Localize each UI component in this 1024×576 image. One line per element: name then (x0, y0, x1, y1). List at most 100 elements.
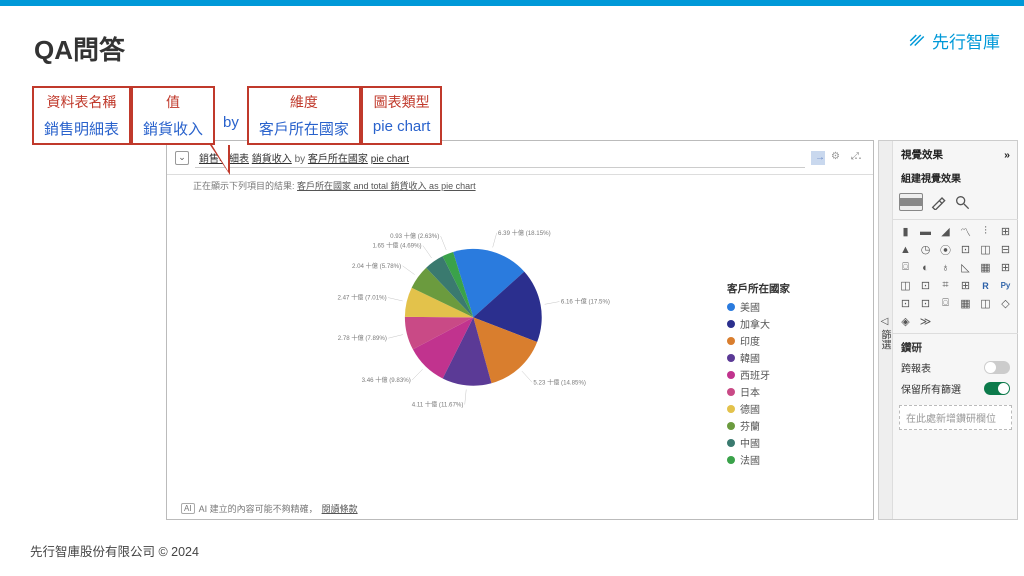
panel-title: 視覺效果 (901, 147, 943, 162)
legend-item[interactable]: 美國 (727, 299, 790, 314)
viz-type-icon[interactable]: ◫ (977, 296, 994, 311)
qa-query-input[interactable]: 銷售明細表 銷貨收入 by 客戶所在國家 pie chart (195, 148, 805, 168)
legend-swatch (727, 320, 735, 328)
slice-label: 5.23 十億 (14.85%) (533, 378, 586, 386)
viz-type-icon[interactable]: ◇ (997, 296, 1014, 311)
viz-type-icon[interactable]: ⊡ (897, 296, 914, 311)
keep-filters-label: 保留所有篩選 (901, 381, 961, 396)
viz-type-icon[interactable]: ⦿ (937, 242, 954, 257)
viz-type-icon[interactable]: ⌼ (897, 260, 914, 275)
legend-label: 加拿大 (740, 316, 770, 331)
viz-type-icon[interactable]: Py (997, 278, 1014, 293)
format-visual-icon[interactable] (929, 194, 947, 210)
qa-icon[interactable]: ⌄ (175, 151, 189, 165)
legend-item[interactable]: 法國 (727, 452, 790, 467)
build-visual-icon[interactable] (899, 193, 923, 211)
viz-type-icon[interactable]: R (977, 278, 994, 293)
viz-type-icon[interactable]: ▮ (897, 224, 914, 239)
viz-type-icon[interactable]: ⫶ (977, 224, 994, 239)
legend-item[interactable]: 芬蘭 (727, 418, 790, 433)
pie-chart: 6.39 十億 (18.15%) 6.16 十億 (17.5%) 5.23 十億 (… (357, 201, 617, 461)
slice-label: 2.78 十億 (7.89%) (338, 334, 387, 342)
slice-label: 1.65 十億 (4.69%) (372, 242, 421, 250)
footer-copyright: 先行智庫股份有限公司 © 2024 (30, 541, 199, 560)
slice-label: 4.11 十億 (11.67%) (412, 401, 464, 409)
drill-field-well[interactable]: 在此處新增鑽研欄位 (899, 405, 1012, 430)
anno-value-label: 值 (143, 92, 203, 112)
legend-swatch (727, 405, 735, 413)
legend-item[interactable]: 西班牙 (727, 367, 790, 382)
drill-section: 鑽研 (893, 333, 1018, 357)
legend-swatch (727, 303, 735, 311)
collapsed-filter-tab[interactable]: ◁ 篩選 (879, 141, 893, 519)
viz-type-icon[interactable]: ◫ (897, 278, 914, 293)
panel-collapse-icon[interactable]: » (1004, 149, 1010, 161)
viz-type-icon[interactable]: ⊡ (917, 296, 934, 311)
cross-report-toggle[interactable] (984, 361, 1010, 374)
legend-label: 德國 (740, 401, 760, 416)
anno-dim-label: 維度 (259, 92, 349, 112)
viz-type-icon[interactable]: ◐ (917, 260, 934, 275)
legend-swatch (727, 439, 735, 447)
viz-type-icon[interactable]: ⊞ (997, 224, 1014, 239)
anno-charttype-value: pie chart (373, 118, 431, 135)
viz-type-grid: ▮▬◢〽⫶⊞▲◷⦿⊡◫⊟⌼◐♁◺▦⊞◫⊡⌗⊞RPy⊡⊡⌼▦◫◇◈≫ (893, 220, 1018, 333)
legend-swatch (727, 371, 735, 379)
viz-type-icon[interactable]: ◺ (957, 260, 974, 275)
legend-label: 韓國 (740, 350, 760, 365)
legend-swatch (727, 337, 735, 345)
slice-label: 2.04 十億 (5.78%) (352, 262, 401, 270)
qa-result-hint: 正在顯示下列項目的結果: 客戶所在國家 and total 銷貨收入 as pi… (167, 175, 873, 196)
legend-item[interactable]: 日本 (727, 384, 790, 399)
viz-type-icon[interactable]: ◫ (977, 242, 994, 257)
legend-swatch (727, 422, 735, 430)
chart-legend: 客戶所在國家 美國加拿大印度韓國西班牙日本德國芬蘭中國法國 (727, 281, 790, 469)
anno-table-value: 銷售明細表 (44, 118, 119, 139)
viz-type-icon[interactable]: ⌗ (937, 278, 954, 293)
legend-item[interactable]: 加拿大 (727, 316, 790, 331)
page-title: QA問答 (0, 6, 1024, 67)
legend-swatch (727, 456, 735, 464)
legend-label: 日本 (740, 384, 760, 399)
viz-type-icon[interactable]: ⊞ (997, 260, 1014, 275)
settings-icon[interactable]: ⚙ (831, 151, 845, 165)
viz-type-icon[interactable]: ⌼ (937, 296, 954, 311)
viz-type-icon[interactable]: ⊡ (957, 242, 974, 257)
qa-visual-container: ⋯ ⌄ 銷售明細表 銷貨收入 by 客戶所在國家 pie chart → ⚙ ⤢… (166, 140, 874, 520)
anno-value-value: 銷貨收入 (143, 118, 203, 139)
cross-report-label: 跨報表 (901, 360, 931, 375)
viz-type-icon[interactable]: ▬ (917, 224, 934, 239)
legend-item[interactable]: 德國 (727, 401, 790, 416)
legend-item[interactable]: 中國 (727, 435, 790, 450)
viz-type-icon[interactable]: ▦ (977, 260, 994, 275)
viz-type-icon[interactable]: ◷ (917, 242, 934, 257)
viz-type-icon[interactable]: ▲ (897, 242, 914, 257)
anno-charttype-label: 圖表類型 (373, 92, 431, 112)
more-options-icon[interactable]: ⋯ (850, 151, 863, 165)
legend-label: 芬蘭 (740, 418, 760, 433)
viz-type-icon[interactable]: ⊞ (957, 278, 974, 293)
keep-filters-toggle[interactable] (984, 382, 1010, 395)
legend-swatch (727, 354, 735, 362)
viz-type-icon[interactable]: ⊡ (917, 278, 934, 293)
viz-type-icon[interactable]: ♁ (937, 260, 954, 275)
brand-text: 先行智庫 (932, 28, 1000, 53)
viz-type-icon[interactable]: ⊟ (997, 242, 1014, 257)
panel-subtitle: 組建視覺效果 (893, 168, 1018, 191)
analytics-icon[interactable] (953, 194, 971, 210)
legend-label: 法國 (740, 452, 760, 467)
legend-label: 中國 (740, 435, 760, 450)
legend-swatch (727, 388, 735, 396)
viz-type-icon[interactable]: 〽 (957, 224, 974, 239)
legend-item[interactable]: 印度 (727, 333, 790, 348)
viz-type-icon[interactable]: ▦ (957, 296, 974, 311)
slice-label: 6.39 十億 (18.15%) (498, 229, 551, 237)
viz-type-icon[interactable]: ◈ (897, 314, 914, 329)
slice-label: 6.16 十億 (17.5%) (561, 298, 610, 306)
legend-item[interactable]: 韓國 (727, 350, 790, 365)
submit-icon[interactable]: → (811, 151, 825, 165)
legend-label: 西班牙 (740, 367, 770, 382)
viz-type-icon[interactable]: ◢ (937, 224, 954, 239)
viz-type-icon[interactable]: ≫ (917, 314, 934, 329)
slice-label: 2.47 十億 (7.01%) (337, 294, 386, 302)
